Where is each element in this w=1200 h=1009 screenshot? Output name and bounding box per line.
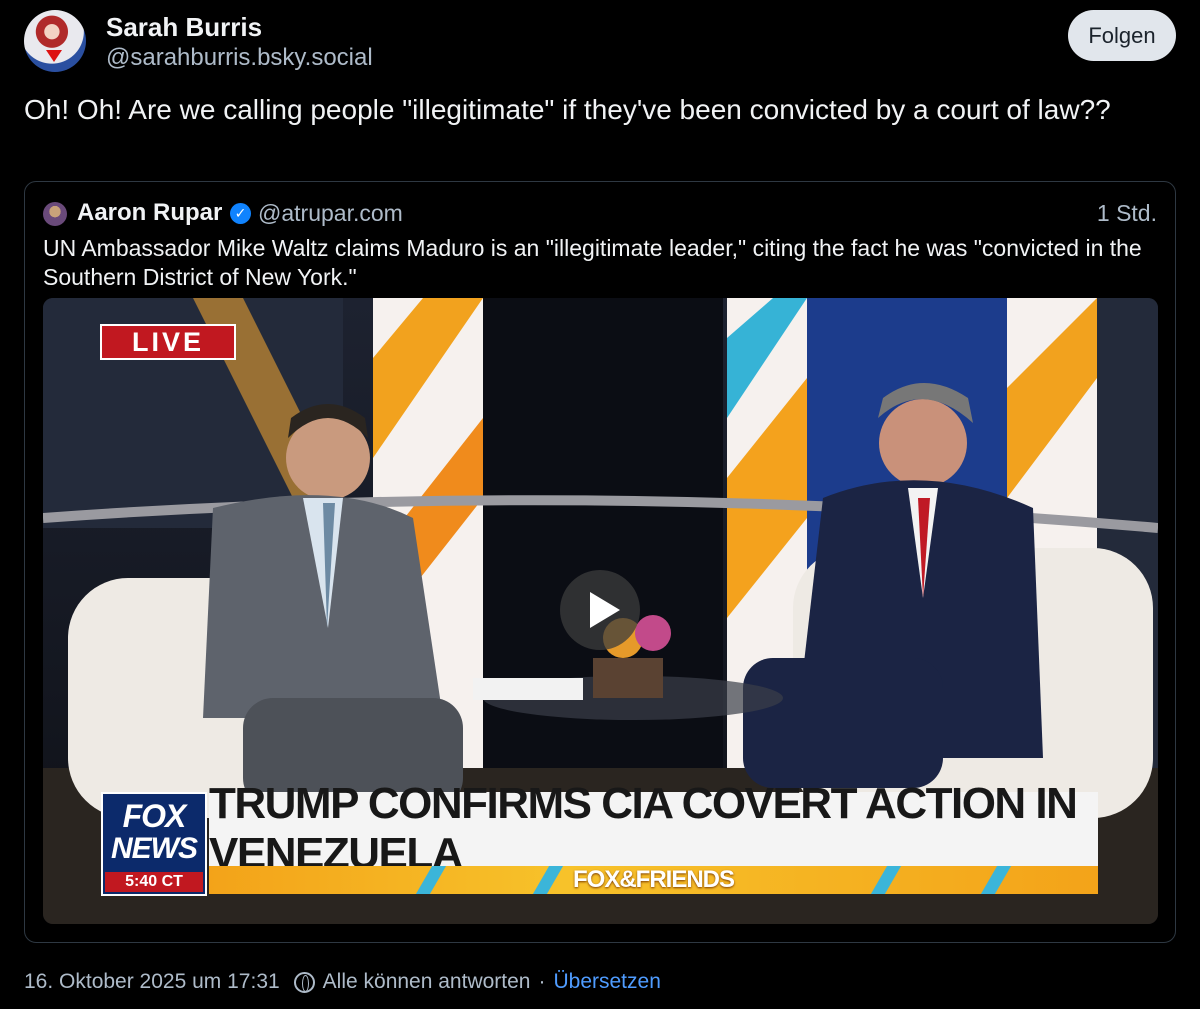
network-logo-line1: FOX [122, 798, 187, 834]
video-player[interactable]: LIVE FOX NEWS 5:40 CT TRUMP CONFIRMS CIA… [43, 298, 1158, 924]
news-lower-third: FOX NEWS 5:40 CT TRUMP CONFIRMS CIA COVE… [101, 779, 1098, 897]
follow-button[interactable]: Folgen [1068, 10, 1176, 61]
reply-setting[interactable]: Alle können antworten [323, 970, 531, 994]
play-button[interactable] [560, 570, 640, 650]
show-name: FOX&FRIENDS [572, 866, 735, 893]
broadcast-clock: 5:40 CT [105, 872, 203, 892]
show-bar: FOX&FRIENDS [209, 866, 1098, 894]
author-avatar[interactable] [24, 10, 86, 72]
verified-check-icon: ✓ [230, 203, 251, 224]
translate-link[interactable]: Übersetzen [553, 970, 660, 994]
quoted-author-avatar[interactable] [43, 202, 67, 226]
quoted-post-text: UN Ambassador Mike Waltz claims Maduro i… [43, 235, 1142, 290]
quoted-author-handle[interactable]: @atrupar.com [258, 200, 403, 227]
news-headline: TRUMP CONFIRMS CIA COVERT ACTION IN VENE… [209, 779, 1098, 878]
post-footer: 16. Oktober 2025 um 17:31 Alle können an… [24, 970, 661, 994]
play-icon [590, 592, 620, 628]
globe-icon [293, 971, 315, 993]
author-name[interactable]: Sarah Burris [106, 12, 262, 43]
quoted-post-time[interactable]: 1 Std. [1097, 200, 1157, 227]
live-badge: LIVE [100, 324, 236, 360]
quoted-post[interactable]: Aaron Rupar ✓ @atrupar.com 1 Std. UN Amb… [24, 181, 1176, 943]
network-logo-line2: NEWS [111, 832, 198, 865]
separator: · [538, 970, 546, 993]
post-timestamp[interactable]: 16. Oktober 2025 um 17:31 [24, 970, 280, 994]
author-handle[interactable]: @sarahburris.bsky.social [106, 44, 373, 72]
superman-logo-icon [46, 50, 62, 62]
post-text: Oh! Oh! Are we calling people "illegitim… [24, 94, 1111, 125]
quoted-author-name[interactable]: Aaron Rupar [77, 199, 222, 227]
fox-news-logo: FOX NEWS 5:40 CT [101, 792, 207, 896]
